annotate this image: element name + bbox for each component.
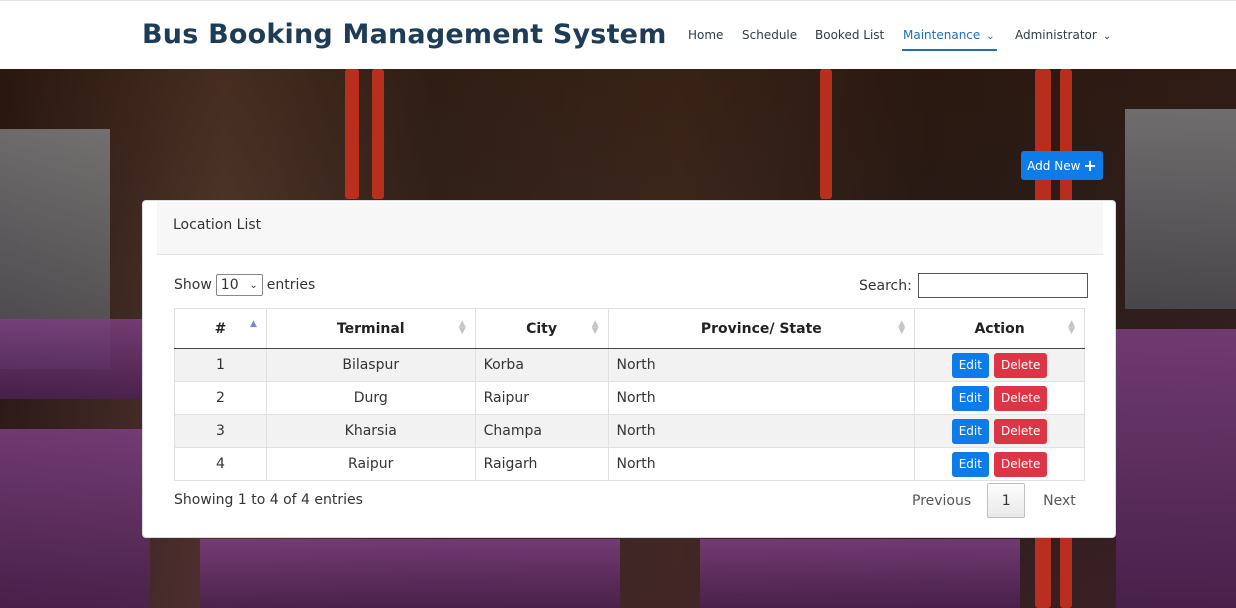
nav-home[interactable]: Home	[688, 28, 723, 42]
edit-button[interactable]: Edit	[951, 451, 989, 477]
column-header-terminal[interactable]: Terminal ▲ ▼	[265, 308, 476, 349]
column-header-label: Action	[974, 320, 1025, 337]
nav-administrator[interactable]: Administrator ⌄	[1015, 28, 1111, 42]
nav-schedule[interactable]: Schedule	[742, 28, 797, 42]
cell-city: Korba	[474, 348, 609, 382]
plus-icon: +	[1083, 155, 1097, 175]
card-title: Location List	[173, 217, 262, 233]
add-new-button[interactable]: Add New +	[1021, 151, 1103, 180]
entries-select-value: 10	[220, 277, 239, 293]
location-table: # ▲ Terminal ▲ ▼ City ▲ ▼ Province/ State ▲ ▼ A…	[174, 308, 1085, 481]
column-header-label: #	[214, 320, 227, 337]
seat-back	[700, 539, 1020, 608]
nav-administrator-label: Administrator	[1015, 28, 1097, 42]
active-nav-underline	[902, 49, 997, 51]
cell-terminal: Raipur	[265, 447, 476, 481]
nav-booked-list[interactable]: Booked List	[815, 28, 884, 42]
sort-icon: ▲ ▼	[591, 319, 599, 336]
table-row: 1 Bilaspur Korba North Edit Delete	[174, 348, 1085, 382]
page-number-button[interactable]: 1	[987, 483, 1026, 518]
entries-select[interactable]: 10 ⌄	[215, 274, 263, 296]
column-header-city[interactable]: City ▲ ▼	[474, 308, 609, 349]
pagination: Previous 1 Next	[912, 483, 1076, 518]
cell-city: Raipur	[474, 381, 609, 415]
table-row: 4 Raipur Raigarh North Edit Delete	[174, 447, 1085, 481]
cell-province: North	[607, 414, 916, 448]
delete-button[interactable]: Delete	[993, 352, 1048, 378]
cell-terminal: Durg	[265, 381, 476, 415]
add-new-label: Add New	[1027, 158, 1081, 173]
table-info: Showing 1 to 4 of 4 entries	[174, 492, 363, 508]
seat-back	[0, 429, 150, 608]
column-header-label: Province/ State	[700, 320, 822, 337]
handrail-pole	[345, 69, 359, 199]
cell-number: 2	[174, 381, 267, 415]
cell-action: Edit Delete	[914, 348, 1085, 382]
cell-number: 3	[174, 414, 267, 448]
sort-icon: ▲ ▼	[898, 319, 906, 336]
navbar: Bus Booking Management System Home Sched…	[0, 0, 1236, 69]
handrail-pole	[372, 69, 384, 199]
edit-button[interactable]: Edit	[951, 418, 989, 444]
seat-back	[1116, 329, 1236, 608]
column-header-action[interactable]: Action ▲ ▼	[914, 308, 1085, 349]
column-header-label: Terminal	[336, 320, 405, 337]
chevron-down-icon: ⌄	[249, 279, 258, 291]
cell-number: 1	[174, 348, 267, 382]
delete-button[interactable]: Delete	[993, 418, 1048, 444]
nav-maintenance-label: Maintenance	[903, 28, 981, 42]
cell-action: Edit Delete	[914, 447, 1085, 481]
delete-button[interactable]: Delete	[993, 385, 1048, 411]
cell-action: Edit Delete	[914, 414, 1085, 448]
edit-button[interactable]: Edit	[951, 385, 989, 411]
column-header-province[interactable]: Province/ State ▲ ▼	[607, 308, 916, 349]
entries-label: entries	[266, 277, 316, 293]
next-page-button[interactable]: Next	[1043, 493, 1076, 509]
sort-icon: ▲ ▼	[1068, 319, 1075, 336]
cell-city: Champa	[474, 414, 609, 448]
cell-number: 4	[174, 447, 267, 481]
cell-province: North	[607, 348, 916, 382]
table-row: 3 Kharsia Champa North Edit Delete	[174, 414, 1085, 448]
table-row: 2 Durg Raipur North Edit Delete	[174, 381, 1085, 415]
chevron-down-icon: ⌄	[986, 31, 995, 42]
cell-province: North	[607, 447, 916, 481]
sort-icon: ▲ ▼	[458, 319, 466, 336]
edit-button[interactable]: Edit	[951, 352, 989, 378]
cell-terminal: Kharsia	[265, 414, 476, 448]
sort-asc-icon: ▲	[249, 319, 257, 329]
nav-maintenance[interactable]: Maintenance ⌄	[903, 28, 995, 42]
delete-button[interactable]: Delete	[993, 451, 1048, 477]
search-label: Search:	[859, 277, 912, 294]
handrail-pole	[820, 69, 832, 199]
search-input[interactable]	[917, 273, 1088, 298]
cell-province: North	[607, 381, 916, 415]
cell-action: Edit Delete	[914, 381, 1085, 415]
site-title[interactable]: Bus Booking Management System	[142, 19, 667, 50]
cell-terminal: Bilaspur	[265, 348, 476, 382]
card-header: Location List	[157, 202, 1103, 255]
chevron-down-icon: ⌄	[1102, 31, 1112, 42]
column-header-label: City	[526, 320, 558, 337]
search-control: Search:	[859, 273, 1088, 298]
seat-back	[200, 539, 620, 608]
cell-city: Raigarh	[474, 447, 609, 481]
bus-window	[1125, 109, 1236, 309]
column-header-number[interactable]: # ▲	[174, 308, 267, 349]
seat-back	[0, 319, 150, 399]
previous-page-button[interactable]: Previous	[912, 493, 971, 509]
location-list-card: Location List Show 10 ⌄ entries Search: …	[142, 200, 1116, 538]
entries-length-control: Show 10 ⌄ entries	[174, 274, 315, 296]
show-label: Show	[174, 277, 212, 293]
